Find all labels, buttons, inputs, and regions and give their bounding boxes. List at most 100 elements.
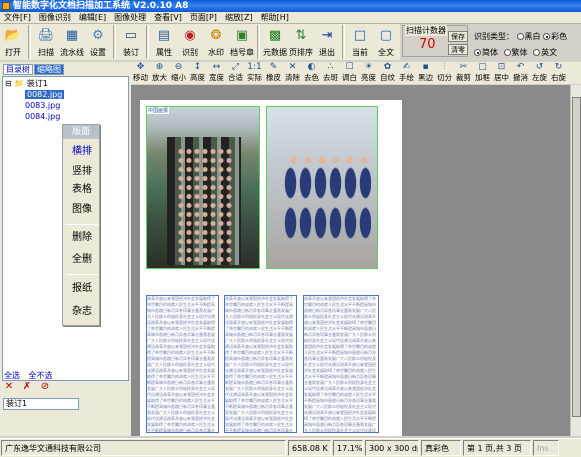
text-column-2[interactable]: 改革开放以来我国经济社会发展取得了举世瞩目的成就人民生活水平不断提高城市面貌日新… — [224, 295, 297, 433]
radio-simplified[interactable]: 简体 — [474, 48, 498, 57]
select-all-link[interactable]: 全选 — [4, 371, 20, 380]
image-tool-button[interactable]: ✎ 橡皮 — [264, 62, 283, 84]
image-tool-button[interactable]: 1:1 实际 — [245, 62, 264, 84]
image-tool-button[interactable]: ⊕ 放大 — [150, 62, 169, 84]
tree-file[interactable]: 0083.jpg — [25, 101, 60, 111]
tree-file[interactable]: 0084.jpg — [25, 112, 60, 122]
menu-bar: 文件[F] 图像识别 编辑[E] 图像处理 查看[V] 页面[P] 缩放[Z] 帮助[H] — [0, 12, 581, 24]
radio-english[interactable]: 英文 — [533, 48, 557, 57]
scan-counter: 扫描计数器 70 保存 清零 — [402, 25, 468, 57]
recognize-icon: ◉ — [184, 28, 196, 43]
image-tool-icon: ✥ — [136, 62, 145, 72]
toolbar-scan-button[interactable]: 🖨 扫描 — [33, 24, 59, 60]
menu-item[interactable]: 缩放[Z] — [221, 12, 257, 23]
image-tool-button[interactable]: ▢ 加框 — [473, 62, 492, 84]
image-tool-button[interactable]: ⊖ 缩小 — [169, 62, 188, 84]
image-tool-button[interactable]: ⊡ 居中 — [492, 62, 511, 84]
menu-item[interactable]: 文件[F] — [0, 12, 35, 23]
image-tool-button[interactable]: ◐ 去色 — [302, 62, 321, 84]
image-tool-button[interactable]: ✿ 自纹 — [378, 62, 397, 84]
image-tool-button[interactable]: ☐ 调白 — [340, 62, 359, 84]
tree-root[interactable]: ⊟ 📁 装订1 — [5, 79, 48, 89]
tab-thumbnails[interactable]: 缩略图 — [34, 64, 64, 75]
toolbar-page-sort-button[interactable]: ⇅ 页排序 — [288, 24, 314, 60]
toolbar-current-button[interactable]: □ 当前 — [347, 24, 373, 60]
image-tool-icon: ☐ — [345, 62, 354, 72]
toolbar-exit-button[interactable]: ⇥ 退出 — [314, 24, 340, 60]
title-bar: 智能数字化文档扫描加工系统 V2.0.10 A8 — [0, 0, 581, 12]
settings-icon: ⚙ — [92, 28, 104, 43]
image-tool-button[interactable]: ∴ 去斑 — [321, 62, 340, 84]
photo-escalator[interactable]: 中国画报 — [146, 106, 260, 269]
image-tool-icon: ↻ — [554, 62, 563, 72]
image-tool-label: 缩小 — [171, 73, 186, 82]
insert-mode: Ins — [533, 440, 559, 456]
toolbar-settings-button[interactable]: ⚙ 设置 — [85, 24, 111, 60]
image-canvas[interactable]: 中国画报 改革开放以来我国经济社会发展取得了举世瞩目的成就人民生活水平不断提高城… — [131, 85, 570, 436]
image-tool-button[interactable]: ↔ 宽度 — [207, 62, 226, 84]
scrollbar-thumb[interactable] — [572, 97, 581, 417]
toolbar-label: 打开 — [5, 48, 21, 57]
toolbar-watermark-button[interactable]: ❂ 水印 — [203, 24, 229, 60]
radio-traditional[interactable]: 繁体 — [503, 48, 528, 57]
toolbar-bind-button[interactable]: ▭ 装订 — [118, 24, 144, 60]
bind-name-field[interactable]: 装订1 — [3, 398, 79, 410]
newspaper-button[interactable]: 报纸 — [67, 280, 97, 297]
tab-directory-tree[interactable]: 目录树 — [3, 64, 33, 75]
menu-item[interactable]: 图像识别 — [35, 12, 75, 23]
image-tool-button[interactable]: ▪ 黑边 — [416, 62, 435, 84]
image-tool-icon: ✎ — [269, 62, 278, 72]
magazine-button[interactable]: 杂志 — [67, 303, 97, 320]
image-tool-button[interactable]: ✍ 手绘 — [397, 62, 416, 84]
delete-all-icon[interactable]: ✗ — [22, 382, 32, 392]
save-counter-button[interactable]: 保存 — [448, 31, 468, 42]
image-tool-icon: 1:1 — [247, 62, 262, 72]
menu-item[interactable]: 帮助[H] — [257, 12, 293, 23]
delete-all-regions-button[interactable]: 全删 — [67, 251, 97, 268]
select-none-link[interactable]: 全不选 — [29, 371, 53, 380]
text-column-1[interactable]: 改革开放以来我国经济社会发展取得了举世瞩目的成就人民生活水平不断提高城市面貌日新… — [146, 295, 219, 433]
scanned-page: 中国画报 改革开放以来我国经济社会发展取得了举世瞩目的成就人民生活水平不断提高城… — [140, 100, 402, 436]
delete-icon[interactable]: ✕ — [4, 382, 14, 392]
image-tool-button[interactable]: ☀ 亮度 — [359, 62, 378, 84]
image-tool-button[interactable]: ✂ 裁剪 — [454, 62, 473, 84]
toolbar-elements-button[interactable]: ▩ 元数据 — [262, 24, 288, 60]
image-tool-label: 切分 — [437, 73, 452, 82]
toolbar-pipeline-button[interactable]: ▦ 流水线 — [59, 24, 85, 60]
layout-image-button[interactable]: 图像 — [67, 201, 97, 218]
toolbar-recognize-button[interactable]: ◉ 识别 — [177, 24, 203, 60]
image-tool-label: 调白 — [342, 73, 357, 82]
photo-police-women[interactable] — [266, 106, 378, 269]
image-tool-button[interactable]: ↻ 右旋 — [549, 62, 568, 84]
layout-horizontal-button[interactable]: 横排 — [67, 143, 97, 160]
toolbar-open-button[interactable]: 📂 打开 — [0, 24, 26, 60]
image-tool-button[interactable]: ✥ 移动 — [131, 62, 150, 84]
image-tool-button[interactable]: ↺ 左旋 — [530, 62, 549, 84]
toolbar-separator — [28, 25, 31, 59]
menu-item[interactable]: 编辑[E] — [75, 12, 110, 23]
delete-region-button[interactable]: 删除 — [67, 229, 97, 246]
remove-icon[interactable]: ⊘ — [40, 382, 50, 392]
image-tool-button[interactable]: ↕ 高度 — [188, 62, 207, 84]
image-tool-button[interactable]: ✕ 清除 — [283, 62, 302, 84]
toolbar-properties-button[interactable]: ▤ 属性 — [151, 24, 177, 60]
image-tool-button[interactable]: ⫶ 切分 — [435, 62, 454, 84]
tree-file[interactable]: 0082.jpg — [25, 90, 65, 100]
layout-vertical-button[interactable]: 竖排 — [67, 163, 97, 180]
menu-item[interactable]: 图像处理 — [110, 12, 150, 23]
image-tool-icon: ↺ — [535, 62, 544, 72]
scan-counter-caption: 扫描计数器 — [405, 25, 447, 36]
toolbar-fullpage-button[interactable]: ▢ 全文 — [373, 24, 399, 60]
layout-table-button[interactable]: 表格 — [67, 181, 97, 198]
radio-bw[interactable]: 黑白 — [516, 32, 541, 41]
vertical-scrollbar[interactable] — [570, 85, 581, 436]
image-tool-button[interactable]: ↶ 撤消 — [511, 62, 530, 84]
clear-counter-button[interactable]: 清零 — [448, 44, 468, 55]
toolbar-stamp-button[interactable]: ▣ 档号章 — [229, 24, 255, 60]
image-tool-button[interactable]: ⤢ 合适 — [226, 62, 245, 84]
menu-item[interactable]: 页面[P] — [186, 12, 221, 23]
menu-item[interactable]: 查看[V] — [150, 12, 186, 23]
radio-color[interactable]: 彩色 — [543, 32, 567, 41]
text-column-3[interactable]: 改革开放以来我国经济社会发展取得了举世瞩目的成就人民生活水平不断提高城市面貌日新… — [303, 295, 379, 433]
image-tool-label: 自纹 — [380, 73, 395, 82]
